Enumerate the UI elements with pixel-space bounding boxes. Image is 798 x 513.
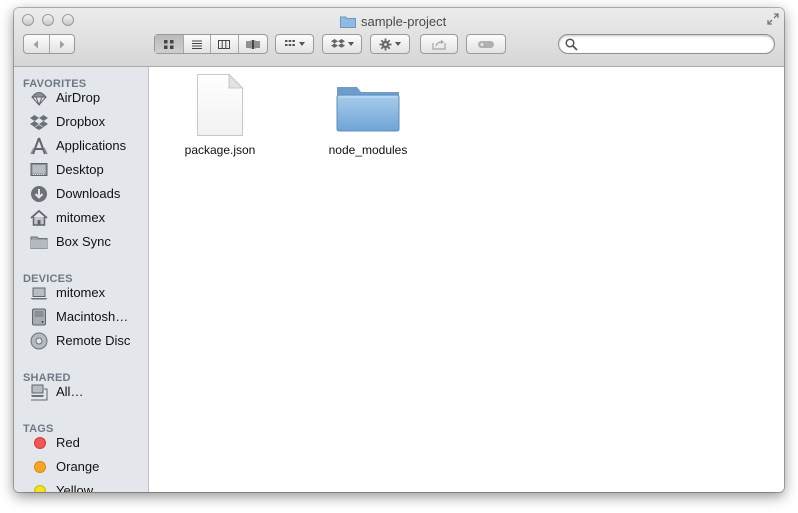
sidebar-item-label: Box Sync: [56, 234, 111, 249]
sidebar-item-label: Downloads: [56, 186, 121, 201]
search-field[interactable]: [558, 34, 775, 54]
gear-icon: [379, 38, 392, 50]
dropbox-icon: [330, 39, 345, 48]
sidebar-item-box-sync[interactable]: Box Sync: [14, 231, 148, 253]
downloads-icon: [31, 186, 47, 202]
icon-view-icon: [163, 39, 174, 49]
laptop-icon: [30, 287, 48, 300]
list-view-icon: [191, 40, 202, 49]
tag-icon: [478, 40, 494, 48]
edit-tags-button[interactable]: [466, 34, 506, 54]
file-browser-content: package.json node_modules: [150, 67, 784, 492]
sidebar-item-label: Macintosh…: [56, 309, 129, 324]
sidebar-item-mitomex-device[interactable]: mitomex: [14, 282, 148, 304]
home-icon: [30, 209, 48, 226]
sidebar-item-label: Red: [56, 435, 80, 450]
file-item-package-json[interactable]: package.json: [172, 73, 268, 157]
sidebar-item-label: Remote Disc: [56, 333, 131, 348]
finder-window: sample-project FAVORITES AirDrop Dropbox…: [14, 8, 784, 492]
sidebar-item-macintosh[interactable]: Macintosh…: [14, 306, 148, 328]
orange-tag-icon: [34, 461, 46, 473]
minimize-window-button[interactable]: [42, 14, 54, 26]
desktop-icon: [30, 163, 48, 176]
forward-button[interactable]: [50, 35, 75, 53]
action-button[interactable]: [370, 34, 410, 54]
network-computer-icon: [31, 384, 48, 401]
chevron-down-icon: [395, 42, 401, 46]
sidebar-item-dropbox[interactable]: Dropbox: [14, 111, 148, 133]
sidebar-item-label: Applications: [56, 138, 127, 153]
red-tag-icon: [34, 437, 46, 449]
folder-icon: [30, 236, 48, 249]
airdrop-icon: [30, 92, 48, 107]
document-icon: [197, 73, 244, 136]
sidebar-item-tag-red[interactable]: Red: [14, 432, 148, 454]
view-mode-control: [154, 34, 268, 54]
share-icon: [432, 39, 446, 50]
sidebar-item-label: Dropbox: [56, 114, 106, 129]
sidebar-item-tag-yellow[interactable]: Yellow: [14, 480, 148, 492]
window-title-text: sample-project: [361, 13, 447, 29]
sidebar-item-desktop[interactable]: Desktop: [14, 159, 148, 181]
file-item-node-modules[interactable]: node_modules: [307, 73, 429, 157]
arrange-button[interactable]: [275, 34, 314, 54]
chevron-down-icon: [347, 42, 354, 46]
disc-icon: [30, 332, 48, 350]
hard-drive-icon: [32, 308, 46, 326]
cover-flow-button[interactable]: [239, 35, 267, 53]
sidebar-item-all-shared[interactable]: All…: [14, 381, 148, 403]
file-name: node_modules: [328, 143, 408, 157]
dropbox-icon: [30, 115, 48, 130]
sidebar-item-label: mitomex: [56, 285, 106, 300]
navigation-buttons: [23, 34, 75, 54]
sidebar-item-label: AirDrop: [56, 90, 101, 105]
list-view-button[interactable]: [184, 35, 212, 53]
sidebar-item-home[interactable]: mitomex: [14, 207, 148, 229]
chevron-down-icon: [299, 42, 305, 46]
folder-icon: [340, 16, 356, 28]
window-title: sample-project: [340, 13, 446, 29]
column-view-button[interactable]: [211, 35, 239, 53]
icon-view-button[interactable]: [155, 35, 184, 53]
cover-flow-icon: [246, 39, 260, 49]
back-button[interactable]: [24, 35, 50, 53]
forward-arrow-icon: [59, 40, 65, 48]
sidebar-item-tag-orange[interactable]: Orange: [14, 456, 148, 478]
sidebar-item-label: Desktop: [56, 162, 104, 177]
title-bar: sample-project: [14, 8, 784, 67]
sidebar-item-label: Yellow: [56, 483, 94, 492]
sidebar-item-label: Orange: [56, 459, 100, 474]
column-view-icon: [218, 39, 231, 49]
folder-icon: [336, 87, 400, 132]
sidebar-item-applications[interactable]: Applications: [14, 135, 148, 157]
sidebar-item-airdrop[interactable]: AirDrop: [14, 87, 148, 109]
yellow-tag-icon: [34, 485, 46, 492]
sidebar-item-downloads[interactable]: Downloads: [14, 183, 148, 205]
search-icon: [565, 38, 578, 51]
applications-icon: [30, 137, 48, 155]
share-button[interactable]: [420, 34, 458, 54]
file-name: package.json: [184, 143, 256, 157]
sidebar-item-label: All…: [56, 384, 84, 399]
sidebar-item-label: mitomex: [56, 210, 106, 225]
sidebar-item-remote-disc[interactable]: Remote Disc: [14, 330, 148, 352]
sidebar: FAVORITES AirDrop Dropbox Applications D…: [14, 67, 149, 492]
arrange-icon: [285, 40, 295, 46]
back-arrow-icon: [33, 40, 39, 48]
fullscreen-icon[interactable]: [767, 13, 779, 25]
dropbox-button[interactable]: [322, 34, 362, 54]
zoom-window-button[interactable]: [62, 14, 74, 26]
close-window-button[interactable]: [22, 14, 34, 26]
